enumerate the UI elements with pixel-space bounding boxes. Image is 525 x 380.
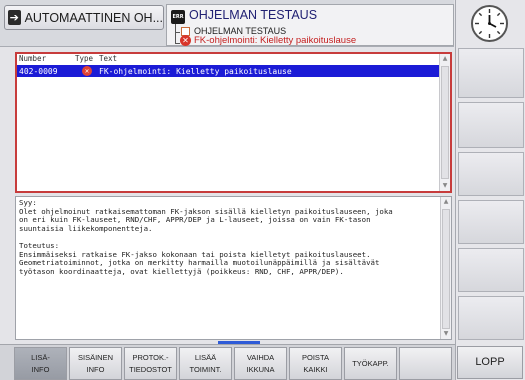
column-header-text[interactable]: Text	[99, 54, 439, 65]
detail-scrollbar-thumb[interactable]	[442, 209, 450, 329]
tree-connector	[175, 43, 180, 44]
header-bar: ➔ AUTOMAATTINEN OH... ERR OHJELMAN TESTA…	[0, 0, 454, 47]
softkey-label-line2: IKKUNA	[246, 365, 275, 375]
list-item[interactable]: 402-0009 ✕ FK-ohjelmointi: Kielletty pai…	[17, 65, 439, 77]
softkey-label-line2: INFO	[86, 365, 105, 375]
softkey-label-line1: VAIHDA	[246, 352, 275, 362]
softkey-label-line1: LISÄ-	[31, 352, 50, 362]
error-list-panel[interactable]: Number Type Text 402-0009 ✕ FK-ohjelmoin…	[15, 52, 452, 193]
column-header-number[interactable]: Number	[17, 54, 75, 65]
softkey-bar: LISÄ- INFO SISÄINEN INFO PROTOK.- TIEDOS…	[0, 344, 455, 380]
program-run-icon: ➔	[8, 10, 21, 25]
softkey-label-line1: LISÄÄ	[194, 352, 217, 362]
side-softkey-6[interactable]	[458, 296, 524, 340]
scroll-down-icon[interactable]: ▼	[441, 182, 449, 190]
softkey-delete-all[interactable]: POISTA KAIKKI	[289, 347, 342, 380]
scroll-down-icon[interactable]: ▼	[442, 330, 450, 338]
mode-tab[interactable]: ➔ AUTOMAATTINEN OH...	[4, 5, 164, 30]
softkey-label-line2: KAIKKI	[303, 365, 328, 375]
tree-connector	[175, 32, 180, 33]
softkey-internal-info[interactable]: SISÄINEN INFO	[69, 347, 122, 380]
softkey-log-files[interactable]: PROTOK.- TIEDOSTOT	[124, 347, 177, 380]
softkey-label-line1: PROTOK.-	[132, 352, 169, 362]
header-error-message: FK-ohjelmointi: Kielletty paikoituslause	[194, 35, 357, 46]
scroll-up-icon[interactable]: ▲	[442, 198, 450, 206]
program-test-icon: ERR	[171, 10, 185, 24]
softkey-more-info[interactable]: LISÄ- INFO	[14, 347, 67, 380]
softkey-label-line1: POISTA	[302, 352, 329, 362]
softkey-label-line2: INFO	[31, 365, 50, 375]
column-header-type[interactable]: Type	[75, 54, 99, 65]
error-detail-panel: Syy: Olet ohjelmoinut ratkaisemattoman F…	[15, 196, 452, 340]
softkey-switch-window[interactable]: VAIHDA IKKUNA	[234, 347, 287, 380]
detail-scrollbar[interactable]: ▲ ▼	[440, 197, 451, 339]
softkey-workpiece[interactable]: TYÖKAPP.	[344, 347, 397, 380]
error-detail-text: Syy: Olet ohjelmoinut ratkaisemattoman F…	[19, 198, 393, 276]
clock-icon	[471, 5, 508, 42]
error-icon: ✕	[82, 66, 92, 76]
softkey-label-line2: TOIMINT.	[189, 365, 222, 375]
side-softkey-2[interactable]	[458, 102, 524, 148]
clock-face	[475, 9, 504, 38]
mode-tab-label: AUTOMAATTINEN OH...	[24, 10, 163, 25]
error-type: ✕	[75, 66, 99, 76]
softkey-empty[interactable]	[399, 347, 452, 380]
side-softkey-column	[455, 0, 525, 380]
side-softkey-1[interactable]	[458, 48, 524, 98]
end-button[interactable]: LOPP	[457, 346, 523, 379]
error-icon: ✕	[180, 35, 191, 46]
softkey-label-line2: TIEDOSTOT	[129, 365, 172, 375]
softkey-more-functions[interactable]: LISÄÄ TOIMINT.	[179, 347, 232, 380]
softkey-label-line1: SISÄINEN	[77, 352, 113, 362]
side-softkey-3[interactable]	[458, 152, 524, 196]
side-softkey-5[interactable]	[458, 248, 524, 292]
softkey-label-line1: TYÖKAPP.	[352, 359, 389, 368]
program-test-title: OHJELMAN TESTAUS	[189, 8, 318, 22]
error-number: 402-0009	[19, 66, 58, 76]
side-softkey-4[interactable]	[458, 200, 524, 244]
list-header: Number Type Text	[17, 54, 439, 65]
list-scrollbar[interactable]: ▲ ▼	[439, 54, 450, 191]
list-scrollbar-thumb[interactable]	[441, 66, 449, 179]
error-text: FK-ohjelmointi: Kielletty paikoituslause	[99, 66, 292, 76]
program-test-panel: ERR OHJELMAN TESTAUS OHJELMAN TESTAUS ✕ …	[166, 4, 454, 46]
scroll-up-icon[interactable]: ▲	[441, 55, 449, 63]
